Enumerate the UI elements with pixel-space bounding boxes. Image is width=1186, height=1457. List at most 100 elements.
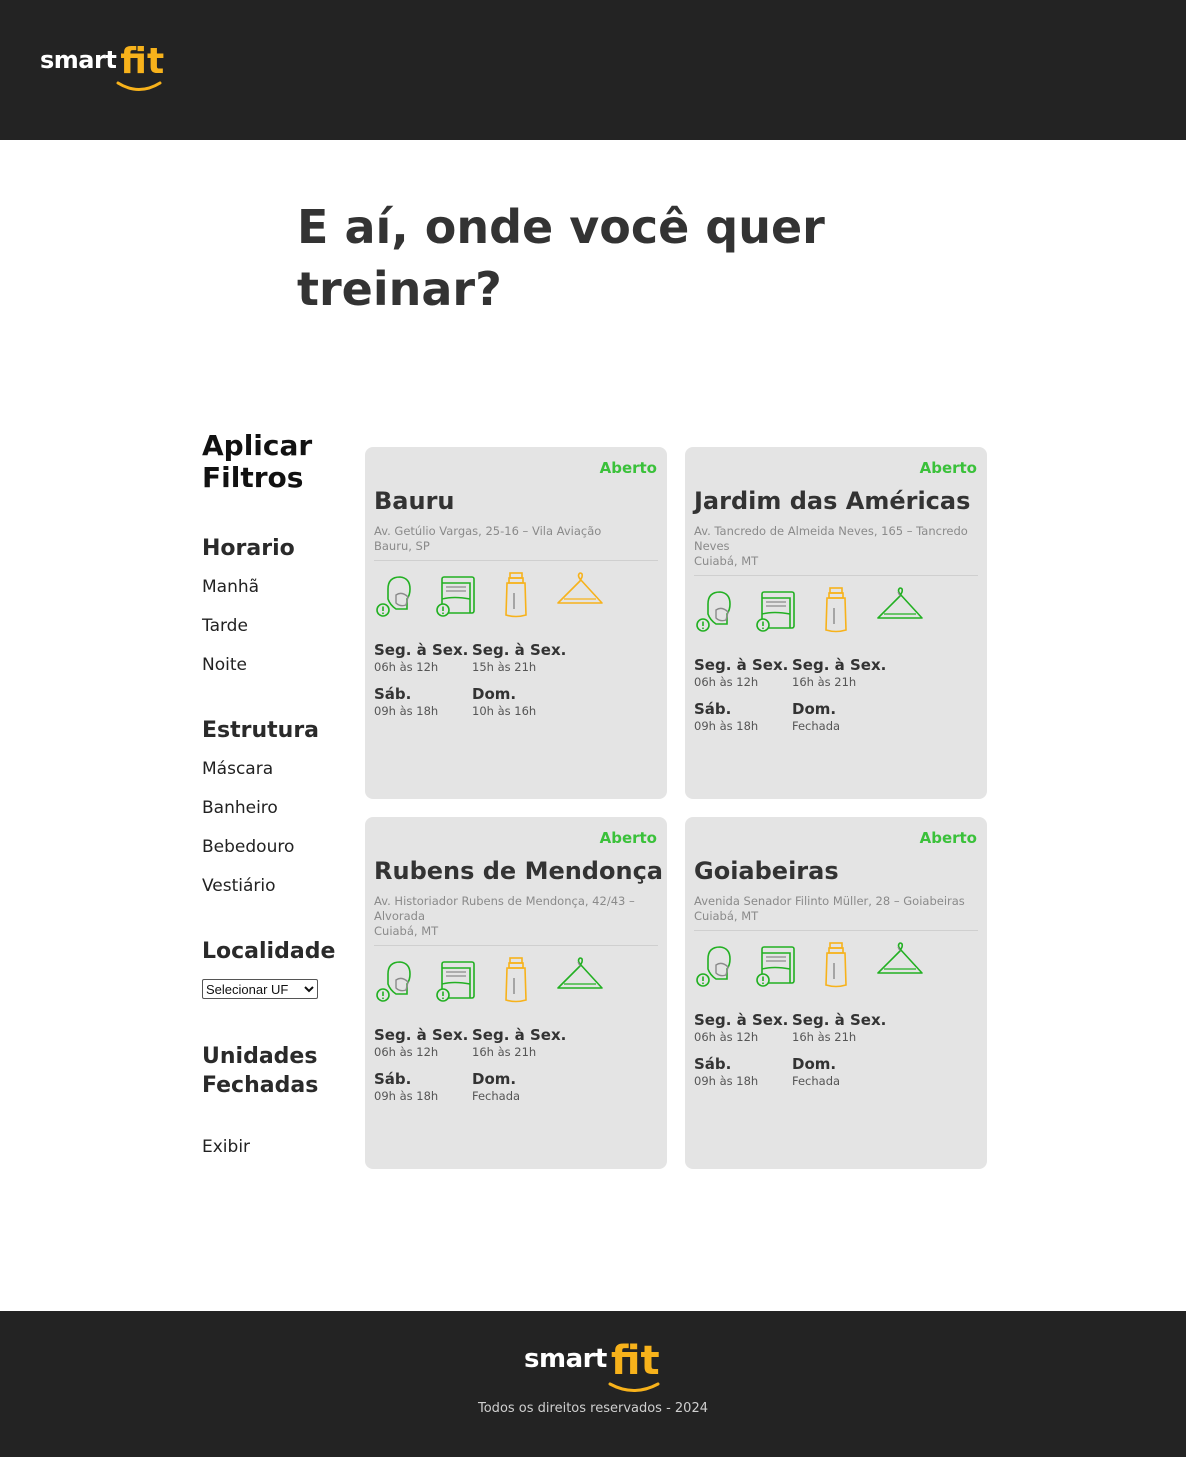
towel-required-icon xyxy=(754,584,798,634)
hours-day: Seg. à Sex. xyxy=(374,1026,469,1044)
unit-name: Goiabeiras xyxy=(694,857,839,885)
lockers-required-icon xyxy=(554,954,606,1004)
hours-day: Sáb. xyxy=(374,1070,412,1088)
filter-option-tarde[interactable]: Tarde xyxy=(202,616,248,636)
address-line: Av. Getúlio Vargas, 25-16 – Vila Aviação xyxy=(374,524,602,538)
fountain-partial-icon xyxy=(814,584,858,634)
lockers-partial-icon xyxy=(554,569,606,619)
hours-day: Sáb. xyxy=(694,700,732,718)
hours-time: 09h às 18h xyxy=(694,719,759,733)
hours-item: Seg. à Sex. 06h às 12h xyxy=(694,656,792,690)
unit-name: Rubens de Mendonça xyxy=(374,857,663,885)
hours-time: Fechada xyxy=(792,1074,841,1088)
status-badge: Aberto xyxy=(919,829,977,847)
unit-name: Jardim das Américas xyxy=(694,487,971,515)
unit-address: Av. Getúlio Vargas, 25-16 – Vila Aviação… xyxy=(374,524,658,561)
hours-day: Seg. à Sex. xyxy=(792,1011,887,1029)
filter-localidade-heading: Localidade xyxy=(202,939,336,964)
unit-card[interactable]: Aberto Bauru Av. Getúlio Vargas, 25-16 – V… xyxy=(365,447,667,799)
filter-option-exibir[interactable]: Exibir xyxy=(202,1137,250,1157)
logo-smile-icon xyxy=(116,81,162,91)
hours-day: Sáb. xyxy=(694,1055,732,1073)
hours-day: Seg. à Sex. xyxy=(374,641,469,659)
hours-time: Fechada xyxy=(792,719,841,733)
hours-time: Fechada xyxy=(472,1089,521,1103)
unit-address: Av. Historiador Rubens de Mendonça, 42/4… xyxy=(374,894,658,946)
hours-day: Seg. à Sex. xyxy=(694,656,789,674)
fountain-partial-icon xyxy=(494,569,538,619)
filter-option-bebedouro[interactable]: Bebedouro xyxy=(202,837,294,857)
address-line: Cuiabá, MT xyxy=(694,909,759,923)
hours-day: Dom. xyxy=(472,685,517,703)
hours-day: Seg. à Sex. xyxy=(472,1026,567,1044)
footer-smartfit-logo[interactable]: smart fit xyxy=(524,1341,660,1392)
hours-item: Dom. 10h às 16h xyxy=(472,685,570,719)
hours-time: 16h às 21h xyxy=(792,675,857,689)
unit-hours: Seg. à Sex. 06h às 12h Seg. à Sex. 16h às 2… xyxy=(694,656,984,734)
hours-item: Seg. à Sex. 06h às 12h xyxy=(694,1011,792,1045)
hours-item: Sáb. 09h às 18h xyxy=(374,685,472,719)
logo-smart-text: smart xyxy=(40,46,117,74)
status-badge: Aberto xyxy=(919,459,977,477)
unit-hours: Seg. à Sex. 06h às 12h Seg. à Sex. 15h às 2… xyxy=(374,641,664,719)
mask-required-icon xyxy=(694,939,738,989)
fountain-partial-icon xyxy=(494,954,538,1004)
footer: smart fit Todos os direitos reservados -… xyxy=(0,1311,1186,1457)
unit-card[interactable]: Aberto Jardim das Américas Av. Tancredo de… xyxy=(685,447,987,799)
hours-day: Dom. xyxy=(792,1055,837,1073)
logo-fit-text: fit xyxy=(120,41,165,82)
towel-required-icon xyxy=(754,939,798,989)
hours-item: Seg. à Sex. 06h às 12h xyxy=(374,1026,472,1060)
hours-time: 06h às 12h xyxy=(374,660,439,674)
uf-select-value: Selecionar UF xyxy=(206,981,289,997)
unit-hours: Seg. à Sex. 06h às 12h Seg. à Sex. 16h às 2… xyxy=(694,1011,984,1089)
hours-day: Dom. xyxy=(792,700,837,718)
filter-option-noite[interactable]: Noite xyxy=(202,655,247,675)
hours-item: Dom. Fechada xyxy=(792,1055,890,1089)
hours-item: Seg. à Sex. 16h às 21h xyxy=(792,1011,890,1045)
uf-select[interactable]: Selecionar UF xyxy=(202,979,318,999)
unit-card[interactable]: Aberto Rubens de Mendonça Av. Historiador … xyxy=(365,817,667,1169)
address-line: Bauru, SP xyxy=(374,539,430,553)
filter-option-banheiro[interactable]: Banheiro xyxy=(202,798,278,818)
unit-name: Bauru xyxy=(374,487,455,515)
filter-option-vestiario[interactable]: Vestiário xyxy=(202,876,276,896)
mask-required-icon xyxy=(694,584,738,634)
hours-day: Seg. à Sex. xyxy=(472,641,567,659)
footer-logo-smart-text: smart xyxy=(524,1344,607,1374)
unit-card[interactable]: Aberto Goiabeiras Avenida Senador Filinto … xyxy=(685,817,987,1169)
hours-time: 06h às 12h xyxy=(374,1045,439,1059)
unit-address: Avenida Senador Filinto Müller, 28 – Goi… xyxy=(694,894,978,931)
hours-item: Seg. à Sex. 16h às 21h xyxy=(792,656,890,690)
filter-option-mascara[interactable]: Máscara xyxy=(202,759,273,779)
address-line: Cuiabá, MT xyxy=(374,924,439,938)
unit-address: Av. Tancredo de Almeida Neves, 165 – Tan… xyxy=(694,524,978,576)
hours-time: 16h às 21h xyxy=(472,1045,537,1059)
fountain-partial-icon xyxy=(814,939,858,989)
status-badge: Aberto xyxy=(599,829,657,847)
filter-fechadas-heading: Unidades Fechadas xyxy=(202,1044,319,1098)
hours-item: Sáb. 09h às 18h xyxy=(694,1055,792,1089)
mask-required-icon xyxy=(374,954,418,1004)
hours-time: 09h às 18h xyxy=(374,1089,439,1103)
unit-amenities xyxy=(694,584,926,634)
chevron-down-icon xyxy=(304,986,314,993)
filter-horario-heading: Horario xyxy=(202,536,295,561)
filter-estrutura-heading: Estrutura xyxy=(202,718,320,743)
status-badge: Aberto xyxy=(599,459,657,477)
page-title: E aí, onde você quer treinar? xyxy=(297,200,825,316)
lockers-required-icon xyxy=(874,939,926,989)
address-line: Avenida Senador Filinto Müller, 28 – Goi… xyxy=(694,894,965,908)
header: smart fit xyxy=(0,0,1186,140)
hours-time: 10h às 16h xyxy=(472,704,537,718)
filter-option-manha[interactable]: Manhã xyxy=(202,577,259,597)
hours-item: Seg. à Sex. 06h às 12h xyxy=(374,641,472,675)
hours-time: 09h às 18h xyxy=(694,1074,759,1088)
smartfit-logo[interactable]: smart fit xyxy=(40,41,165,91)
hours-time: 09h às 18h xyxy=(374,704,439,718)
unit-hours: Seg. à Sex. 06h às 12h Seg. à Sex. 16h às 2… xyxy=(374,1026,664,1104)
hours-item: Sáb. 09h às 18h xyxy=(374,1070,472,1104)
hours-time: 06h às 12h xyxy=(694,1030,759,1044)
hours-time: 06h às 12h xyxy=(694,675,759,689)
copyright-text: Todos os direitos reservados - 2024 xyxy=(478,1401,708,1416)
